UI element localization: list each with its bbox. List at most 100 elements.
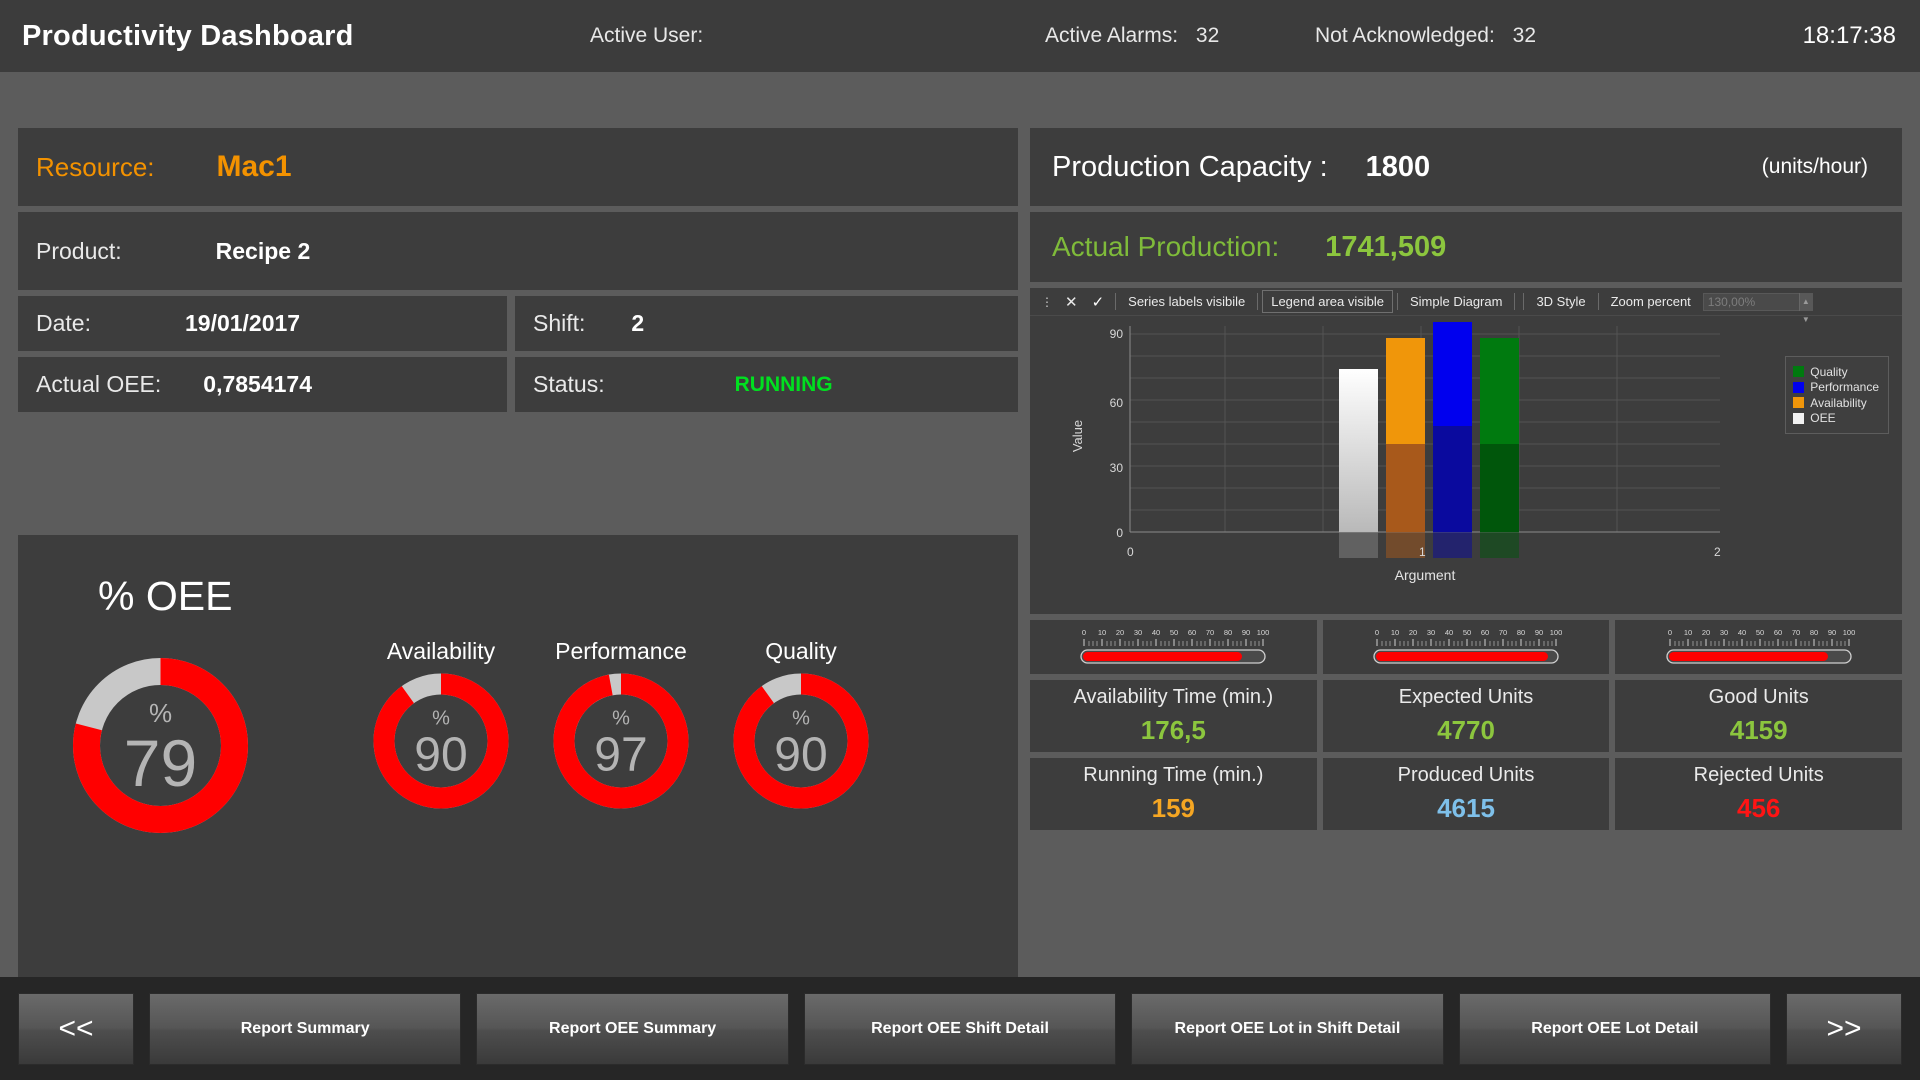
bar-quality: [1480, 338, 1519, 558]
svg-text:90: 90: [1828, 628, 1836, 637]
svg-text:30: 30: [1110, 461, 1124, 475]
svg-text:30: 30: [1427, 628, 1435, 637]
legend-area-toggle[interactable]: Legend area visible: [1262, 290, 1393, 313]
svg-text:10: 10: [1684, 628, 1692, 637]
chart-legend: Quality Performance Availability OEE: [1785, 356, 1889, 434]
gauge-performance: Performance % 97: [553, 638, 689, 814]
3d-style-toggle[interactable]: 3D Style: [1528, 291, 1593, 312]
status-cell: Status: RUNNING: [515, 357, 1018, 412]
gauge-availability-label: Availability: [386, 638, 496, 664]
metric-label: Produced Units: [1397, 764, 1535, 786]
date-cell: Date: 19/01/2017: [18, 296, 507, 351]
x-axis-title: Argument: [1395, 567, 1456, 583]
report-oee-summary-button[interactable]: Report OEE Summary: [476, 992, 789, 1065]
svg-text:60: 60: [1774, 628, 1782, 637]
drag-handle-icon[interactable]: ⋮: [1036, 296, 1058, 308]
simple-diagram-button[interactable]: Simple Diagram: [1402, 291, 1510, 312]
svg-text:100: 100: [1550, 628, 1563, 637]
svg-text:60: 60: [1481, 628, 1489, 637]
report-summary-button[interactable]: Report Summary: [149, 992, 462, 1065]
svg-text:10: 10: [1098, 628, 1106, 637]
dashboard-root: Productivity Dashboard Active User: Acti…: [0, 0, 1920, 1080]
not-acknowledged-field: Not Acknowledged: 32: [1315, 24, 1536, 48]
metric-value: 4770: [1437, 715, 1495, 745]
metric-row: Availability Time (min.) 176,5 Expected …: [1030, 680, 1903, 752]
series-labels-toggle[interactable]: Series labels visibile: [1120, 291, 1253, 312]
linear-gauge-svg: 0 10 20 30 40 50 60 70 80 90 100: [1080, 628, 1270, 664]
report-oee-lot-detail-button[interactable]: Report OEE Lot Detail: [1458, 992, 1772, 1065]
date-shift-row: Date: 19/01/2017 Shift: 2: [18, 296, 1018, 351]
linear-gauge-svg: 0 10 20 30 40 50 60 70 80 90 100: [1666, 628, 1855, 664]
top-bar: Productivity Dashboard Active User: Acti…: [0, 0, 1920, 72]
gauge-quality-ring: % 90: [733, 673, 869, 814]
metric-value: 176,5: [1140, 715, 1206, 745]
actual-oee-label: Actual OEE:: [36, 371, 162, 397]
metric-value: 456: [1736, 793, 1781, 823]
svg-text:70: 70: [1206, 628, 1214, 637]
status-label: Status:: [533, 371, 605, 397]
oee-status-row: Actual OEE: 0,7854174 Status: RUNNING: [18, 357, 1018, 412]
y-axis-title: Value: [1070, 420, 1085, 452]
gauge-performance-svg: [553, 673, 689, 809]
svg-text:0: 0: [1127, 545, 1134, 559]
product-value: Recipe 2: [215, 237, 311, 264]
close-icon[interactable]: ✕: [1058, 293, 1085, 311]
legend-swatch-oee: [1793, 412, 1805, 424]
toolbar-divider: [1597, 293, 1599, 310]
svg-text:0: 0: [1082, 628, 1086, 637]
toolbar-divider: [1396, 293, 1398, 310]
metric-value: 4615: [1437, 793, 1495, 823]
resource-label: Resource:: [36, 151, 155, 182]
metric-label: Running Time (min.): [1083, 764, 1264, 786]
svg-text:30: 30: [1720, 628, 1728, 637]
gauge-performance-label: Performance: [555, 638, 687, 664]
bar-performance: [1433, 322, 1472, 558]
legend-label-availability: Availability: [1810, 395, 1867, 410]
legend-swatch-performance: [1793, 381, 1805, 393]
shift-label: Shift:: [533, 310, 586, 336]
gauge-quality-label: Quality: [765, 638, 837, 664]
actual-production-row: Actual Production: 1741,509: [1030, 212, 1902, 282]
svg-text:90: 90: [1242, 628, 1250, 637]
svg-text:30: 30: [1134, 628, 1142, 637]
svg-text:50: 50: [1463, 628, 1471, 637]
metric-expected-units: Expected Units 4770: [1322, 680, 1610, 752]
linear-gauge-row: 0 10 20 30 40 50 60 70 80 90 100 0 10 20…: [1030, 620, 1903, 674]
legend-swatch-availability: [1793, 397, 1805, 408]
report-button-bar: << Report Summary Report OEE Summary Rep…: [0, 977, 1920, 1080]
svg-text:40: 40: [1738, 628, 1746, 637]
metric-label: Rejected Units: [1693, 764, 1824, 786]
check-icon[interactable]: ✓: [1085, 293, 1112, 311]
report-oee-shift-detail-button[interactable]: Report OEE Shift Detail: [803, 992, 1117, 1065]
report-oee-lot-in-shift-detail-button[interactable]: Report OEE Lot in Shift Detail: [1131, 992, 1444, 1065]
linear-gauge-quality: 0 10 20 30 40 50 60 70 80 90 100: [1615, 620, 1903, 674]
clock: 18:17:38: [1802, 22, 1896, 49]
metric-value: 4159: [1729, 715, 1788, 745]
svg-text:70: 70: [1499, 628, 1507, 637]
legend-item: Quality: [1793, 365, 1879, 379]
active-alarms-field: Active Alarms: 32: [1045, 24, 1219, 48]
actual-production-label: Actual Production:: [1052, 231, 1280, 262]
svg-text:80: 80: [1517, 628, 1525, 637]
svg-text:50: 50: [1170, 628, 1178, 637]
metric-label: Availability Time (min.): [1073, 686, 1274, 708]
next-page-button[interactable]: >>: [1786, 992, 1903, 1065]
gauge-oee: % 79: [73, 658, 248, 838]
svg-text:20: 20: [1409, 628, 1417, 637]
svg-text:80: 80: [1810, 628, 1818, 637]
legend-swatch-quality: [1793, 366, 1805, 377]
spinner-icon[interactable]: ▲ ▼: [1798, 292, 1812, 324]
active-user-field: Active User:: [590, 24, 703, 48]
production-column: Production Capacity : 1800 (units/hour) …: [1030, 128, 1903, 836]
previous-page-button[interactable]: <<: [18, 992, 134, 1065]
metric-label: Expected Units: [1398, 686, 1534, 708]
gauge-availability: Availability % 90: [373, 638, 509, 814]
legend-label-quality: Quality: [1810, 364, 1848, 379]
resource-info-column: Resource: Mac1 Product: Recipe 2 Date: 1…: [18, 128, 1018, 412]
zoom-percent-input[interactable]: 130,00% ▲ ▼: [1702, 292, 1813, 324]
active-alarms-label: Active Alarms:: [1045, 24, 1179, 47]
legend-label-performance: Performance: [1810, 380, 1879, 394]
production-capacity-row: Production Capacity : 1800 (units/hour): [1030, 128, 1902, 206]
active-user-label: Active User:: [590, 24, 704, 47]
resource-value: Mac1: [216, 150, 292, 183]
